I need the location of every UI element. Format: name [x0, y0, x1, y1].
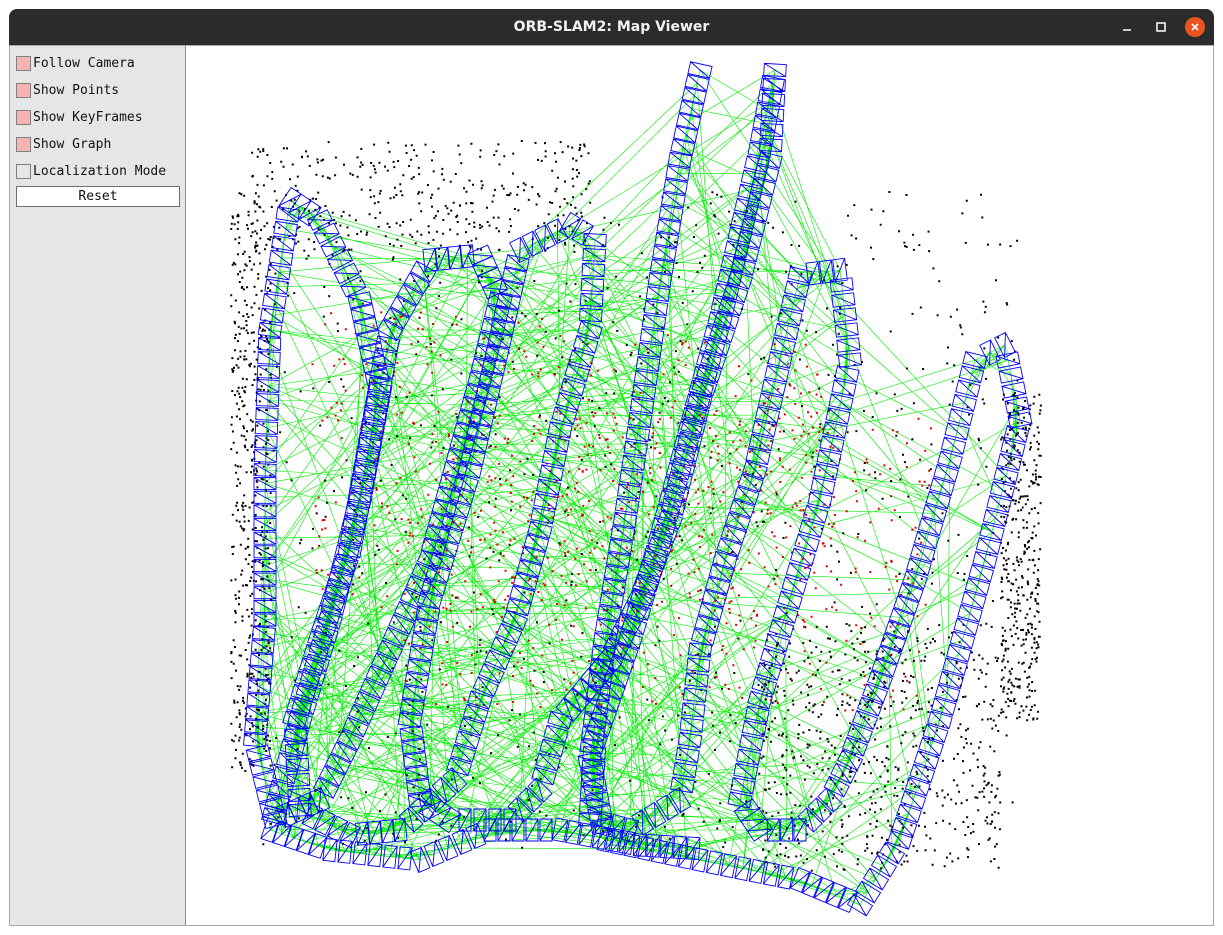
close-button[interactable] [1185, 17, 1205, 37]
minimize-icon [1123, 29, 1131, 31]
localization-mode-option[interactable]: Localization Mode [16, 161, 166, 181]
show-keyframes-label: Show KeyFrames [33, 109, 143, 125]
minimize-button[interactable] [1117, 17, 1137, 37]
title-bar[interactable]: ORB-SLAM2: Map Viewer [9, 9, 1214, 45]
map-canvas[interactable] [186, 46, 1213, 925]
follow-camera-checkbox[interactable] [16, 55, 31, 71]
show-keyframes-option[interactable]: Show KeyFrames [16, 107, 143, 127]
reset-button[interactable]: Reset [16, 186, 180, 207]
localization-mode-label: Localization Mode [33, 163, 167, 179]
options-panel: Follow Camera Show Points Show KeyFrames… [10, 46, 186, 925]
show-keyframes-checkbox[interactable] [16, 109, 31, 125]
maximize-button[interactable] [1151, 17, 1171, 37]
follow-camera-label: Follow Camera [33, 55, 135, 71]
window-title: ORB-SLAM2: Map Viewer [513, 19, 710, 35]
show-points-label: Show Points [33, 82, 120, 98]
localization-mode-checkbox[interactable] [16, 163, 31, 179]
show-graph-label: Show Graph [33, 136, 112, 152]
close-icon [1191, 23, 1199, 31]
map-viewer-window: ORB-SLAM2: Map Viewer Follow Camera Show… [0, 0, 1223, 935]
viewer-client-area: Follow Camera Show Points Show KeyFrames… [9, 45, 1214, 926]
show-graph-option[interactable]: Show Graph [16, 134, 111, 154]
show-graph-checkbox[interactable] [16, 136, 31, 152]
map-3d-view[interactable] [186, 46, 1213, 925]
maximize-icon [1156, 22, 1166, 32]
show-points-checkbox[interactable] [16, 82, 31, 98]
show-points-option[interactable]: Show Points [16, 80, 119, 100]
follow-camera-option[interactable]: Follow Camera [16, 53, 135, 73]
